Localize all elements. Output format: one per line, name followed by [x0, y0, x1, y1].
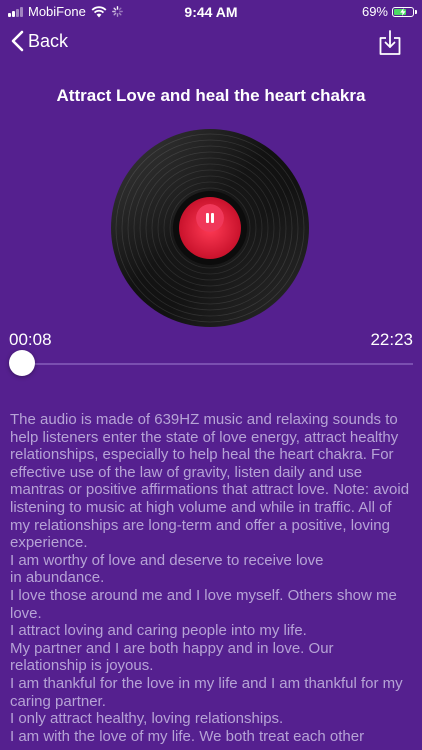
battery-percent: 69%	[361, 4, 388, 19]
battery-icon	[392, 6, 417, 17]
player-screen: MobiFone 9:44 AM 69% Back Attract Love a…	[0, 0, 422, 750]
description-paragraph: I only attract healthy, loving relations…	[10, 710, 284, 728]
description-paragraph: I attract loving and caring people into …	[10, 622, 307, 640]
seek-thumb[interactable]	[9, 350, 35, 376]
description-paragraph: I am with the love of my life. We both t…	[10, 727, 365, 745]
back-button[interactable]: Back	[10, 30, 68, 52]
track-description: The audio is made of 639HZ music and rel…	[10, 411, 414, 750]
download-icon	[379, 30, 401, 55]
seek-slider[interactable]	[22, 363, 413, 365]
description-paragraph: I love those around me and I love myself…	[10, 586, 397, 622]
status-right: 69%	[361, 4, 417, 19]
seek-track	[22, 363, 413, 365]
total-duration: 22:23	[370, 330, 413, 349]
description-paragraph: I am worthy of love and deserve to recei…	[10, 551, 324, 587]
chevron-left-icon	[11, 30, 24, 52]
current-time: 00:08	[9, 330, 52, 349]
description-paragraph: I am thankful for the love in my life an…	[10, 674, 403, 710]
status-bar: MobiFone 9:44 AM 69%	[0, 0, 422, 24]
back-label: Back	[28, 30, 69, 51]
description-paragraph: The audio is made of 639HZ music and rel…	[10, 411, 410, 552]
track-title: Attract Love and heal the heart chakra	[56, 86, 366, 105]
charging-bolt-icon	[400, 7, 406, 16]
description-paragraph: My partner and I are both happy and in l…	[10, 639, 334, 675]
download-button[interactable]	[378, 30, 402, 56]
status-time: 9:44 AM	[184, 4, 238, 20]
pause-button[interactable]	[196, 204, 224, 232]
